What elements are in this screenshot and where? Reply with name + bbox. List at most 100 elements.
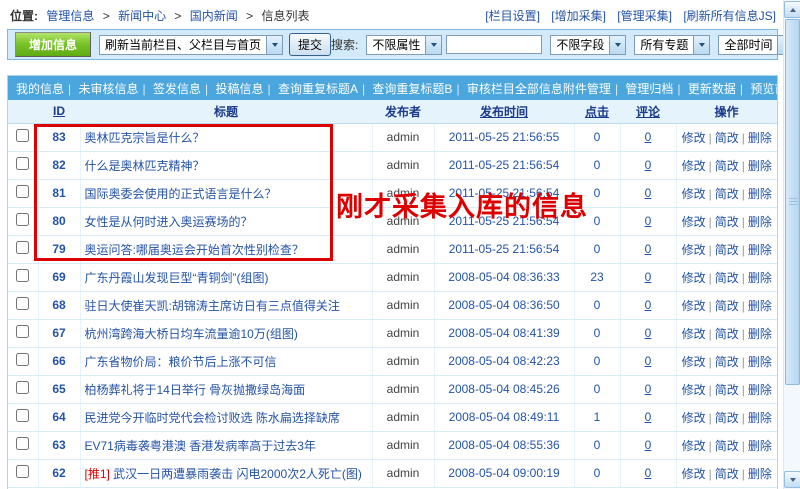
row-op-link[interactable]: 修改 [682,299,706,313]
row-op-link[interactable]: 简改 [715,215,739,229]
row-op-link[interactable]: 修改 [682,327,706,341]
row-op-link[interactable]: 简改 [715,243,739,257]
row-checkbox[interactable] [16,437,29,450]
breadcrumb-link-news-center[interactable]: 新闻中心 [118,9,166,23]
row-comments-link[interactable]: 0 [645,130,652,144]
row-comments-link[interactable]: 0 [645,410,652,424]
row-checkbox[interactable] [16,241,29,254]
row-comments-link[interactable]: 0 [645,298,652,312]
row-op-link[interactable]: 删除 [748,439,772,453]
row-op-link[interactable]: 修改 [682,131,706,145]
row-op-link[interactable]: 删除 [748,383,772,397]
row-checkbox[interactable] [16,353,29,366]
row-comments-link[interactable]: 0 [645,242,652,256]
row-comments-link[interactable]: 0 [645,214,652,228]
row-op-link[interactable]: 删除 [748,187,772,201]
refresh-scope-select[interactable]: 刷新当前栏目、父栏目与首页 [99,35,283,55]
tab-issued-info[interactable]: 签发信息 [153,82,201,96]
row-checkbox[interactable] [16,465,29,478]
scroll-down-button[interactable] [784,471,800,488]
row-op-link[interactable]: 删除 [748,299,772,313]
row-op-link[interactable]: 删除 [748,467,772,481]
top-link-column-settings[interactable]: [栏目设置] [485,9,540,23]
row-comments-link[interactable]: 0 [645,438,652,452]
row-comments-link[interactable]: 0 [645,158,652,172]
row-title-link[interactable]: 驻日大使崔天凯:胡锦涛主席访日有三点值得关注 [85,299,340,313]
header-publish-time[interactable]: 发布时间 [434,100,574,123]
tab-preview-home[interactable]: 预览首页 [750,82,778,96]
tab-duplicate-title-a[interactable]: 查询重复标题A [278,82,358,96]
topic-filter-select[interactable]: 所有专题 [634,35,710,55]
add-info-button[interactable]: 增加信息 [15,32,91,57]
row-op-link[interactable]: 修改 [682,243,706,257]
row-op-link[interactable]: 简改 [715,355,739,369]
row-title-link[interactable]: 广东丹霞山发现巨型“青铜剑”(组图) [85,271,269,285]
row-op-link[interactable]: 删除 [748,411,772,425]
tab-contributed-info[interactable]: 投稿信息 [215,82,263,96]
row-op-link[interactable]: 删除 [748,159,772,173]
row-comments-link[interactable]: 0 [645,382,652,396]
row-checkbox[interactable] [16,381,29,394]
row-title-link[interactable]: EV71病毒袭粤港澳 香港发病率高于过去3年 [85,439,316,453]
row-comments-link[interactable]: 0 [645,270,652,284]
row-comments-link[interactable]: 0 [645,354,652,368]
row-checkbox[interactable] [16,129,29,142]
row-checkbox[interactable] [16,185,29,198]
row-title-link[interactable]: 什么是奥林匹克精神？ [85,159,205,173]
tab-review-all-column-info[interactable]: 审核栏目全部信息 [467,82,563,96]
row-op-link[interactable]: 删除 [748,327,772,341]
tab-archive-manage[interactable]: 管理归档 [625,82,673,96]
row-op-link[interactable]: 修改 [682,467,706,481]
row-title-link[interactable]: 女性是从何时进入奥运赛场的？ [85,215,253,229]
tab-my-info[interactable]: 我的信息 [16,82,64,96]
row-op-link[interactable]: 修改 [682,355,706,369]
scroll-up-button[interactable] [784,1,800,18]
chevron-down-icon[interactable] [693,36,709,54]
row-checkbox[interactable] [16,297,29,310]
tab-update-data[interactable]: 更新数据 [688,82,736,96]
top-link-manage-collect[interactable]: [管理采集] [617,9,672,23]
row-op-link[interactable]: 简改 [715,383,739,397]
field-filter-select[interactable]: 不限字段 [550,35,626,55]
row-title-link[interactable]: 奥林匹克宗旨是什么？ [85,131,205,145]
row-op-link[interactable]: 简改 [715,299,739,313]
search-input[interactable] [446,35,542,54]
row-op-link[interactable]: 修改 [682,411,706,425]
row-op-link[interactable]: 简改 [715,439,739,453]
row-title-link[interactable]: 国际奥委会使用的正式语言是什么？ [85,187,277,201]
breadcrumb-link-manage-info[interactable]: 管理信息 [46,9,94,23]
header-id[interactable]: ID [38,100,80,123]
row-op-link[interactable]: 修改 [682,439,706,453]
row-op-link[interactable]: 简改 [715,271,739,285]
row-op-link[interactable]: 简改 [715,327,739,341]
tab-unreviewed-info[interactable]: 未审核信息 [78,82,138,96]
top-link-add-collect[interactable]: [增加采集] [551,9,606,23]
row-checkbox[interactable] [16,213,29,226]
row-op-link[interactable]: 删除 [748,271,772,285]
row-op-link[interactable]: 删除 [748,131,772,145]
row-op-link[interactable]: 修改 [682,215,706,229]
row-comments-link[interactable]: 0 [645,186,652,200]
row-checkbox[interactable] [16,157,29,170]
vertical-scrollbar[interactable] [783,0,800,489]
row-op-link[interactable]: 修改 [682,159,706,173]
chevron-down-icon[interactable] [266,36,282,54]
row-title-link[interactable]: [推1] 武汉一日两遭暴雨袭击 闪电2000次2人死亡(图) [85,467,362,481]
row-op-link[interactable]: 修改 [682,187,706,201]
row-title-link[interactable]: 柏杨葬礼将于14日举行 骨灰抛撒绿岛海面 [85,383,306,397]
row-checkbox[interactable] [16,269,29,282]
row-op-link[interactable]: 简改 [715,187,739,201]
chevron-down-icon[interactable] [425,36,441,54]
row-op-link[interactable]: 简改 [715,131,739,145]
row-comments-link[interactable]: 0 [645,466,652,480]
chevron-down-icon[interactable] [609,36,625,54]
row-title-link[interactable]: 广东省物价局：粮价节后上涨不可信 [85,355,277,369]
row-op-link[interactable]: 删除 [748,355,772,369]
row-op-link[interactable]: 删除 [748,215,772,229]
tab-attachment-manage[interactable]: 附件管理 [563,82,611,96]
header-clicks[interactable]: 点击 [574,100,620,123]
top-link-refresh-all-js[interactable]: [刷新所有信息JS] [683,9,776,23]
attribute-filter-select[interactable]: 不限属性 [366,35,442,55]
row-title-link[interactable]: 杭州湾跨海大桥日均车流量逾10万(组图) [85,327,298,341]
tab-duplicate-title-b[interactable]: 查询重复标题B [372,82,452,96]
